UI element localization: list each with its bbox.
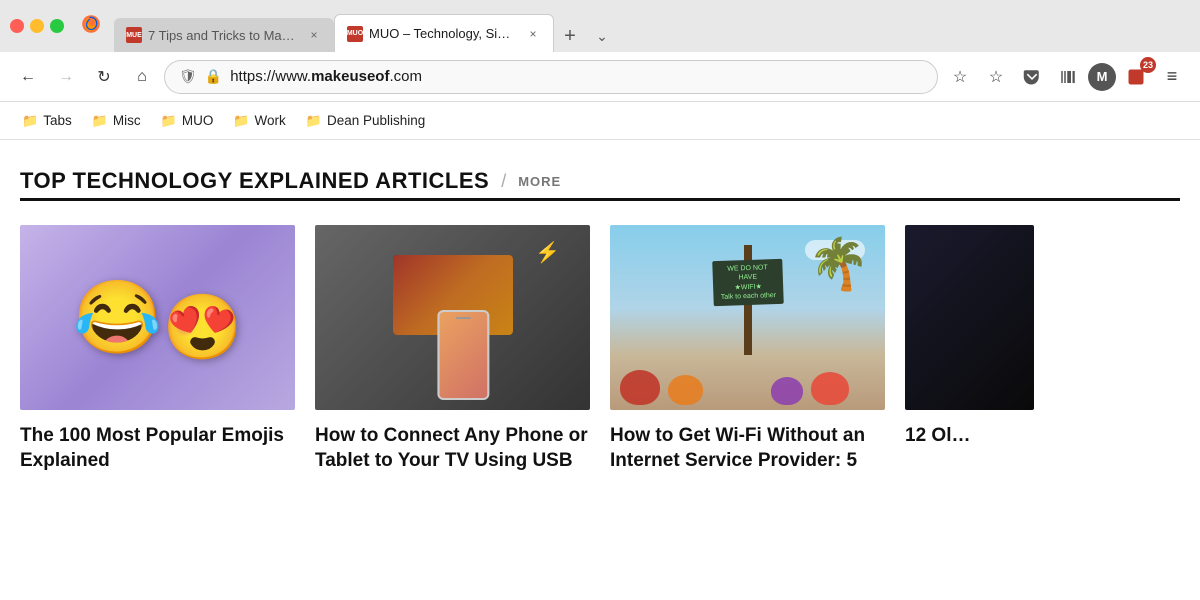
notification-count: 23 [1140,57,1156,73]
article-title-4: 12 Ol… [905,424,1034,449]
tab-list-button[interactable]: ⌄ [586,20,618,52]
home-button[interactable]: ⌂ [126,61,158,93]
title-bar: MUE 7 Tips and Tricks to Master Pag… × M… [0,0,1200,52]
more-link[interactable]: MORE [518,174,561,189]
new-tab-button[interactable]: + [554,20,586,52]
shield-icon: 🛡 [179,68,197,85]
close-button[interactable] [10,19,24,33]
url-display: https://www.makeuseof.com [230,68,923,85]
section-header: TOP TECHNOLOGY EXPLAINED ARTICLES / MORE [20,168,1180,194]
tab-1-close[interactable]: × [306,27,322,43]
folder-icon: 📁 [306,113,322,129]
bookmark-tabs-label: Tabs [43,113,72,128]
tab-2-favicon: MUO [347,26,363,42]
bookmark-misc-label: Misc [113,113,141,128]
article-image-3: WE DO NOTHAVE★WIFI★Talk to each other 🌴 [610,225,885,410]
main-content: TOP TECHNOLOGY EXPLAINED ARTICLES / MORE… [0,140,1200,600]
tab-2-close[interactable]: × [525,26,541,42]
tab-2[interactable]: MUO MUO – Technology, Simplified. × [334,14,554,52]
pocket-button[interactable] [1016,61,1048,93]
bookmark-tabs[interactable]: 📁 Tabs [14,109,80,133]
bookmark-work-label: Work [255,113,286,128]
bookmark-muo[interactable]: 📁 MUO [153,109,222,133]
bookmark-star-button[interactable]: ☆ [944,61,976,93]
bookmarks-bar: 📁 Tabs 📁 Misc 📁 MUO 📁 Work 📁 Dean Publis… [0,102,1200,140]
article-card-1[interactable]: 😂 😍 The 100 Most Popular Emojis Explaine… [20,225,295,473]
folder-icon: 📁 [22,113,38,129]
tab-1[interactable]: MUE 7 Tips and Tricks to Master Pag… × [114,18,334,52]
folder-icon: 📁 [161,113,177,129]
url-tld: .com [389,68,422,85]
article-card-4[interactable]: 12 Ol… [905,225,1034,473]
article-image-4 [905,225,1034,410]
back-button[interactable]: ← [12,61,44,93]
folder-icon: 📁 [233,113,249,129]
tabs-bar: MUE 7 Tips and Tricks to Master Pag… × M… [114,0,1190,52]
tab-1-favicon: MUE [126,27,142,43]
slash-separator: / [501,171,506,192]
forward-button[interactable]: → [50,61,82,93]
article-title-1: The 100 Most Popular Emojis Explained [20,424,295,473]
bookmark-work[interactable]: 📁 Work [225,109,293,133]
lock-icon: 🔒 [205,68,222,85]
articles-grid: 😂 😍 The 100 Most Popular Emojis Explaine… [20,225,1180,473]
nav-bar: ← → ↻ ⌂ 🛡 🔒 https://www.makeuseof.com ☆ … [0,52,1200,102]
article-image-1: 😂 😍 [20,225,295,410]
article-title-3: How to Get Wi-Fi Without an Internet Ser… [610,424,885,473]
minimize-button[interactable] [30,19,44,33]
address-bar[interactable]: 🛡 🔒 https://www.makeuseof.com [164,60,938,94]
bookmark-dean-publishing[interactable]: 📁 Dean Publishing [298,109,434,133]
article-card-2[interactable]: ⚡ How to Connect Any Phone or Tablet to … [315,225,590,473]
refresh-button[interactable]: ↻ [88,61,120,93]
maximize-button[interactable] [50,19,64,33]
folder-icon: 📁 [92,113,108,129]
bookmark-misc[interactable]: 📁 Misc [84,109,149,133]
bookmark-dean-label: Dean Publishing [327,113,425,128]
menu-button[interactable]: ≡ [1156,61,1188,93]
window-controls [10,19,64,33]
article-title-2: How to Connect Any Phone or Tablet to Yo… [315,424,590,473]
notification-badge: 23 [1120,61,1152,93]
url-prefix: https://www. [230,68,311,85]
browser-icon [80,13,102,40]
article-image-2: ⚡ [315,225,590,410]
sync-bookmark-button[interactable]: ☆ [980,61,1012,93]
nav-right: ☆ ☆ M 23 ≡ [944,61,1188,93]
bookmark-muo-label: MUO [182,113,214,128]
section-title: TOP TECHNOLOGY EXPLAINED ARTICLES [20,168,489,194]
library-button[interactable] [1052,61,1084,93]
account-button[interactable]: M [1088,63,1116,91]
section-divider [20,198,1180,201]
tab-2-label: MUO – Technology, Simplified. [369,26,519,41]
url-domain: makeuseof [311,68,389,85]
tab-1-label: 7 Tips and Tricks to Master Pag… [148,28,300,43]
article-card-3[interactable]: WE DO NOTHAVE★WIFI★Talk to each other 🌴 … [610,225,885,473]
